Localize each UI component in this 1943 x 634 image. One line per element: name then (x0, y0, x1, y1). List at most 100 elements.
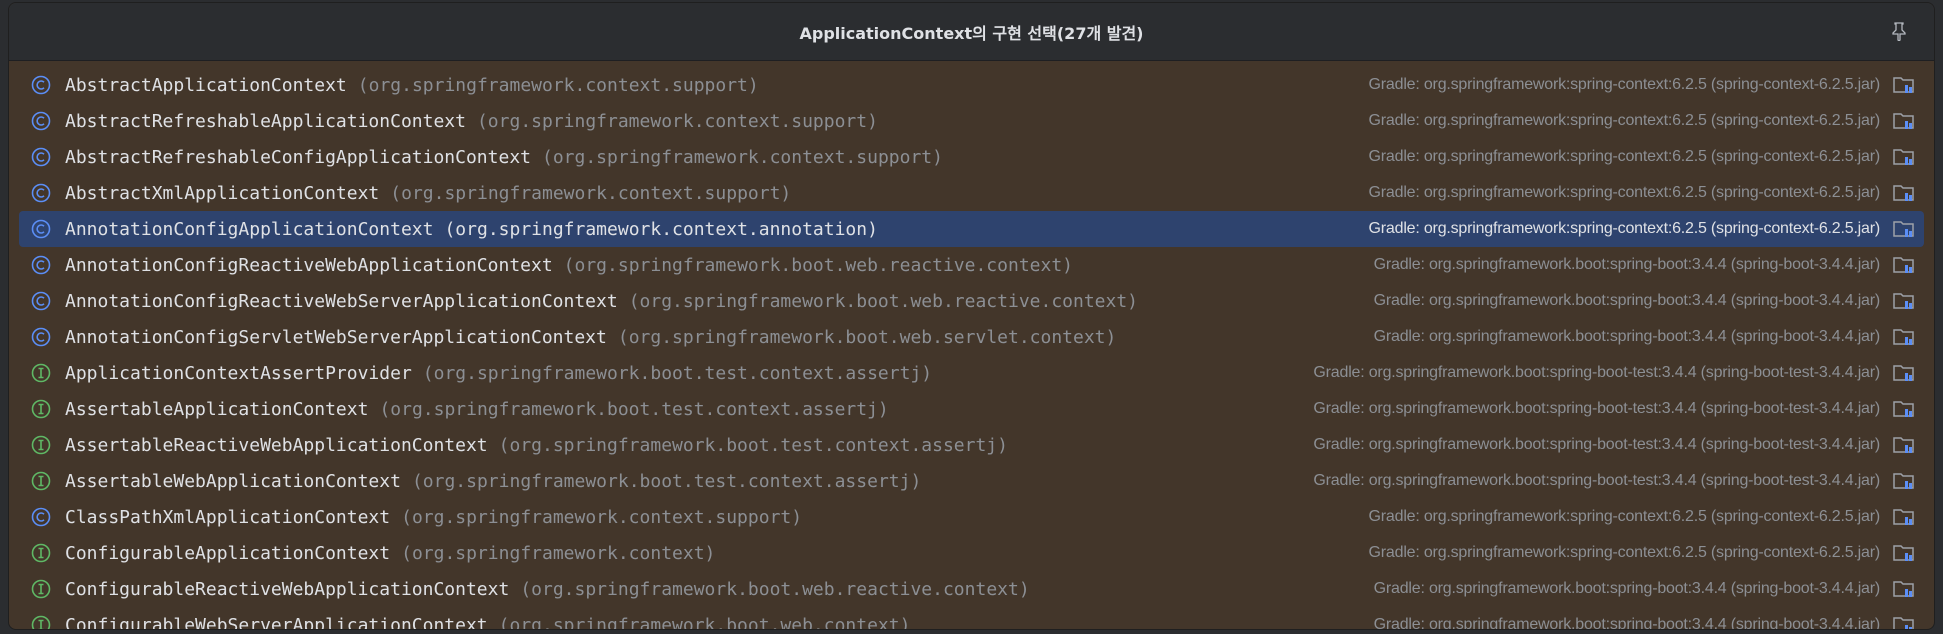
library-location: Gradle: org.springframework.boot:spring-… (1313, 472, 1880, 489)
library-folder-icon (1893, 257, 1914, 273)
list-item[interactable]: AssertableReactiveWebApplicationContext (… (19, 427, 1924, 463)
package-name: (org.springframework.context.support) (357, 74, 759, 96)
library-folder-icon (1893, 545, 1914, 561)
library-location: Gradle: org.springframework:spring-conte… (1368, 184, 1881, 201)
class-name: AssertableApplicationContext (65, 398, 369, 420)
package-name: (org.springframework.context.annotation) (444, 218, 878, 240)
list-item[interactable]: AbstractRefreshableConfigApplicationCont… (19, 139, 1924, 175)
list-item[interactable]: AbstractXmlApplicationContext (org.spring… (19, 175, 1924, 211)
class-icon (31, 507, 51, 527)
package-name: (org.springframework.boot.test.context.a… (422, 362, 933, 384)
list-item[interactable]: ClassPathXmlApplicationContext (org.sprin… (19, 499, 1924, 535)
class-name: AnnotationConfigReactiveWebServerApplica… (65, 290, 618, 312)
list-item[interactable]: AnnotationConfigServletWebServerApplicat… (19, 319, 1924, 355)
library-folder-icon (1893, 329, 1914, 345)
library-location: Gradle: org.springframework:spring-conte… (1368, 148, 1881, 165)
class-name: AbstractRefreshableConfigApplicationCont… (65, 146, 531, 168)
library-location: Gradle: org.springframework.boot:spring-… (1373, 328, 1881, 345)
library-folder-icon (1893, 113, 1914, 129)
class-icon (31, 291, 51, 311)
list-item[interactable]: AnnotationConfigApplicationContext (org.s… (19, 211, 1924, 247)
list-item[interactable]: AbstractApplicationContext (org.springfra… (19, 67, 1924, 103)
library-location: Gradle: org.springframework.boot:spring-… (1373, 580, 1881, 597)
interface-icon (31, 435, 51, 455)
class-name: AssertableWebApplicationContext (65, 470, 401, 492)
library-location: Gradle: org.springframework.boot:spring-… (1313, 436, 1880, 453)
library-folder-icon (1893, 77, 1914, 93)
class-name: AbstractApplicationContext (65, 74, 347, 96)
library-folder-icon (1893, 293, 1914, 309)
package-name: (org.springframework.boot.test.context.a… (498, 434, 1008, 456)
library-folder-icon (1893, 437, 1914, 453)
package-name: (org.springframework.boot.web.reactive.c… (563, 254, 1074, 276)
interface-icon (31, 615, 51, 629)
package-name: (org.springframework.context.support) (542, 146, 943, 168)
list-item[interactable]: AssertableWebApplicationContext (org.spri… (19, 463, 1924, 499)
list-item[interactable]: ApplicationContextAssertProvider (org.spr… (19, 355, 1924, 391)
list-item[interactable]: AnnotationConfigReactiveWebServerApplica… (19, 283, 1924, 319)
list-item[interactable]: AnnotationConfigReactiveWebApplicationCo… (19, 247, 1924, 283)
package-name: (org.springframework.context.support) (401, 506, 803, 528)
class-name: ConfigurableApplicationContext (65, 542, 391, 564)
package-name: (org.springframework.boot.web.servlet.co… (617, 326, 1117, 348)
choose-implementation-popup: ApplicationContext의 구현 선택(27개 발견) Abstra… (8, 2, 1935, 630)
class-icon (31, 219, 51, 239)
library-folder-icon (1893, 473, 1914, 489)
pin-icon[interactable] (1890, 21, 1908, 41)
interface-icon (31, 579, 51, 599)
class-name: AssertableReactiveWebApplicationContext (65, 434, 488, 456)
library-location: Gradle: org.springframework:spring-conte… (1368, 220, 1881, 237)
library-folder-icon (1893, 185, 1914, 201)
library-location: Gradle: org.springframework.boot:spring-… (1373, 616, 1881, 630)
library-location: Gradle: org.springframework:spring-conte… (1368, 508, 1881, 525)
package-name: (org.springframework.boot.web.reactive.c… (520, 578, 1030, 600)
class-icon (31, 75, 51, 95)
package-name: (org.springframework.boot.web.context) (498, 614, 911, 630)
library-location: Gradle: org.springframework.boot:spring-… (1373, 256, 1881, 273)
popup-header: ApplicationContext의 구현 선택(27개 발견) (9, 3, 1934, 61)
library-folder-icon (1893, 221, 1914, 237)
library-location: Gradle: org.springframework:spring-conte… (1368, 112, 1881, 129)
list-item[interactable]: ConfigurableWebServerApplicationContext (… (19, 607, 1924, 630)
list-item[interactable]: ConfigurableReactiveWebApplicationContex… (19, 571, 1924, 607)
class-name: AnnotationConfigServletWebServerApplicat… (65, 326, 607, 348)
class-name: ClassPathXmlApplicationContext (65, 506, 391, 528)
class-icon (31, 147, 51, 167)
class-icon (31, 255, 51, 275)
list-item[interactable]: AssertableApplicationContext (org.springf… (19, 391, 1924, 427)
class-name: ConfigurableWebServerApplicationContext (65, 614, 488, 630)
class-name: AnnotationConfigReactiveWebApplicationCo… (65, 254, 553, 276)
implementation-list: AbstractApplicationContext (org.springfra… (9, 61, 1934, 630)
interface-icon (31, 399, 51, 419)
class-name: AbstractXmlApplicationContext (65, 182, 380, 204)
library-folder-icon (1893, 149, 1914, 165)
package-name: (org.springframework.boot.web.reactive.c… (628, 290, 1139, 312)
library-location: Gradle: org.springframework:spring-conte… (1368, 76, 1881, 93)
list-item[interactable]: AbstractRefreshableApplicationContext (or… (19, 103, 1924, 139)
package-name: (org.springframework.boot.test.context.a… (411, 470, 922, 492)
class-icon (31, 183, 51, 203)
popup-title: ApplicationContext의 구현 선택(27개 발견) (799, 23, 1144, 43)
class-name: AnnotationConfigApplicationContext (65, 218, 434, 240)
library-location: Gradle: org.springframework:spring-conte… (1368, 544, 1881, 561)
package-name: (org.springframework.boot.test.context.a… (379, 398, 889, 420)
class-name: ConfigurableReactiveWebApplicationContex… (65, 578, 510, 600)
list-item[interactable]: ConfigurableApplicationContext (org.sprin… (19, 535, 1924, 571)
interface-icon (31, 363, 51, 383)
package-name: (org.springframework.context.support) (390, 182, 792, 204)
class-name: AbstractRefreshableApplicationContext (65, 110, 466, 132)
library-location: Gradle: org.springframework.boot:spring-… (1373, 292, 1881, 309)
library-folder-icon (1893, 401, 1914, 417)
package-name: (org.springframework.context.support) (476, 110, 878, 132)
library-location: Gradle: org.springframework.boot:spring-… (1313, 364, 1880, 381)
package-name: (org.springframework.context) (401, 542, 716, 564)
class-name: ApplicationContextAssertProvider (65, 362, 412, 384)
library-folder-icon (1893, 581, 1914, 597)
class-icon (31, 327, 51, 347)
library-location: Gradle: org.springframework.boot:spring-… (1313, 400, 1880, 417)
library-folder-icon (1893, 617, 1914, 629)
library-folder-icon (1893, 509, 1914, 525)
interface-icon (31, 471, 51, 491)
class-icon (31, 111, 51, 131)
interface-icon (31, 543, 51, 563)
